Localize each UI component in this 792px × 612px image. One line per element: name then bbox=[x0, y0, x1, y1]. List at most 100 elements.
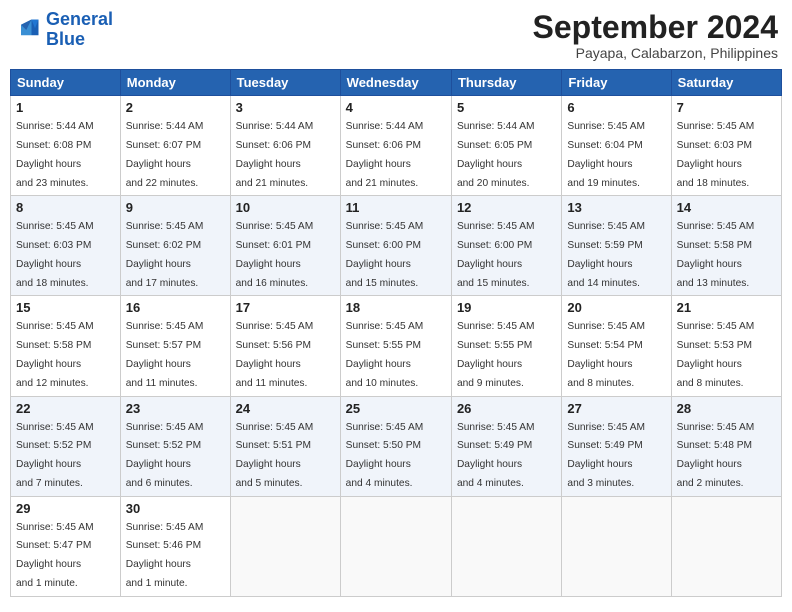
day-info: Sunrise: 5:45 AMSunset: 5:47 PMDaylight … bbox=[16, 522, 94, 589]
calendar-cell: 7 Sunrise: 5:45 AMSunset: 6:03 PMDaylight… bbox=[671, 96, 781, 196]
calendar-cell: 9 Sunrise: 5:45 AMSunset: 6:02 PMDaylight… bbox=[120, 196, 230, 296]
calendar-cell: 21 Sunrise: 5:45 AMSunset: 5:53 PMDayligh… bbox=[671, 296, 781, 396]
day-number: 3 bbox=[236, 100, 335, 115]
day-info: Sunrise: 5:45 AMSunset: 5:55 PMDaylight … bbox=[457, 321, 535, 388]
calendar-cell: 5Sunrise: 5:44 AMSunset: 6:05 PMDaylight… bbox=[451, 96, 561, 196]
day-number: 24 bbox=[236, 401, 335, 416]
day-info: Sunrise: 5:45 AMSunset: 6:01 PMDaylight … bbox=[236, 221, 314, 288]
calendar-cell: 17 Sunrise: 5:45 AMSunset: 5:56 PMDayligh… bbox=[230, 296, 340, 396]
col-header-monday: Monday bbox=[120, 70, 230, 96]
calendar-cell: 27 Sunrise: 5:45 AMSunset: 5:49 PMDayligh… bbox=[562, 396, 671, 496]
calendar-cell: 29 Sunrise: 5:45 AMSunset: 5:47 PMDayligh… bbox=[11, 496, 121, 596]
day-info: Sunrise: 5:45 AMSunset: 5:57 PMDaylight … bbox=[126, 321, 204, 388]
calendar-cell bbox=[671, 496, 781, 596]
calendar-cell bbox=[451, 496, 561, 596]
day-info: Sunrise: 5:45 AMSunset: 5:46 PMDaylight … bbox=[126, 522, 204, 589]
col-header-tuesday: Tuesday bbox=[230, 70, 340, 96]
day-info: Sunrise: 5:44 AMSunset: 6:07 PMDaylight … bbox=[126, 121, 204, 188]
day-info: Sunrise: 5:45 AMSunset: 6:00 PMDaylight … bbox=[457, 221, 535, 288]
day-number: 21 bbox=[677, 300, 776, 315]
day-info: Sunrise: 5:45 AMSunset: 6:03 PMDaylight … bbox=[16, 221, 94, 288]
calendar-cell: 25 Sunrise: 5:45 AMSunset: 5:50 PMDayligh… bbox=[340, 396, 451, 496]
day-number: 27 bbox=[567, 401, 665, 416]
col-header-saturday: Saturday bbox=[671, 70, 781, 96]
week-row-2: 8Sunrise: 5:45 AMSunset: 6:03 PMDaylight… bbox=[11, 196, 782, 296]
day-number: 29 bbox=[16, 501, 115, 516]
day-number: 17 bbox=[236, 300, 335, 315]
day-info: Sunrise: 5:45 AMSunset: 6:00 PMDaylight … bbox=[346, 221, 424, 288]
day-info: Sunrise: 5:45 AMSunset: 5:58 PMDaylight … bbox=[16, 321, 94, 388]
calendar-cell: 22Sunrise: 5:45 AMSunset: 5:52 PMDayligh… bbox=[11, 396, 121, 496]
day-number: 4 bbox=[346, 100, 446, 115]
calendar-cell: 10 Sunrise: 5:45 AMSunset: 6:01 PMDayligh… bbox=[230, 196, 340, 296]
day-number: 9 bbox=[126, 200, 225, 215]
calendar-cell: 24 Sunrise: 5:45 AMSunset: 5:51 PMDayligh… bbox=[230, 396, 340, 496]
day-info: Sunrise: 5:45 AMSunset: 5:50 PMDaylight … bbox=[346, 422, 424, 489]
day-number: 22 bbox=[16, 401, 115, 416]
calendar-cell: 8Sunrise: 5:45 AMSunset: 6:03 PMDaylight… bbox=[11, 196, 121, 296]
calendar-cell: 2Sunrise: 5:44 AMSunset: 6:07 PMDaylight… bbox=[120, 96, 230, 196]
col-header-thursday: Thursday bbox=[451, 70, 561, 96]
day-number: 25 bbox=[346, 401, 446, 416]
day-number: 18 bbox=[346, 300, 446, 315]
day-number: 26 bbox=[457, 401, 556, 416]
logo: General Blue bbox=[14, 10, 113, 50]
calendar-cell: 26 Sunrise: 5:45 AMSunset: 5:49 PMDayligh… bbox=[451, 396, 561, 496]
page-header: General Blue September 2024 Payapa, Cala… bbox=[10, 10, 782, 61]
day-info: Sunrise: 5:45 AMSunset: 5:48 PMDaylight … bbox=[677, 422, 755, 489]
day-info: Sunrise: 5:44 AMSunset: 6:08 PMDaylight … bbox=[16, 121, 94, 188]
calendar-cell: 15 Sunrise: 5:45 AMSunset: 5:58 PMDayligh… bbox=[11, 296, 121, 396]
logo-text: General Blue bbox=[46, 10, 113, 50]
day-number: 23 bbox=[126, 401, 225, 416]
logo-general: General bbox=[46, 9, 113, 29]
title-block: September 2024 Payapa, Calabarzon, Phili… bbox=[533, 10, 778, 61]
day-number: 7 bbox=[677, 100, 776, 115]
week-row-5: 29 Sunrise: 5:45 AMSunset: 5:47 PMDayligh… bbox=[11, 496, 782, 596]
day-number: 11 bbox=[346, 200, 446, 215]
calendar-cell: 20 Sunrise: 5:45 AMSunset: 5:54 PMDayligh… bbox=[562, 296, 671, 396]
day-number: 13 bbox=[567, 200, 665, 215]
day-number: 12 bbox=[457, 200, 556, 215]
month-title: September 2024 bbox=[533, 10, 778, 45]
day-number: 20 bbox=[567, 300, 665, 315]
col-header-friday: Friday bbox=[562, 70, 671, 96]
day-info: Sunrise: 5:45 AMSunset: 5:58 PMDaylight … bbox=[677, 221, 755, 288]
day-info: Sunrise: 5:45 AMSunset: 5:49 PMDaylight … bbox=[457, 422, 535, 489]
logo-icon bbox=[14, 16, 42, 44]
calendar-cell: 3 Sunrise: 5:44 AMSunset: 6:06 PMDaylight… bbox=[230, 96, 340, 196]
col-header-sunday: Sunday bbox=[11, 70, 121, 96]
calendar-cell: 23Sunrise: 5:45 AMSunset: 5:52 PMDayligh… bbox=[120, 396, 230, 496]
location-subtitle: Payapa, Calabarzon, Philippines bbox=[533, 45, 778, 61]
day-info: Sunrise: 5:45 AMSunset: 5:59 PMDaylight … bbox=[567, 221, 645, 288]
day-info: Sunrise: 5:45 AMSunset: 6:02 PMDaylight … bbox=[126, 221, 204, 288]
logo-blue: Blue bbox=[46, 29, 85, 49]
day-number: 14 bbox=[677, 200, 776, 215]
calendar-cell bbox=[340, 496, 451, 596]
day-number: 16 bbox=[126, 300, 225, 315]
day-info: Sunrise: 5:45 AMSunset: 5:49 PMDaylight … bbox=[567, 422, 645, 489]
day-number: 6 bbox=[567, 100, 665, 115]
calendar-cell: 6Sunrise: 5:45 AMSunset: 6:04 PMDaylight… bbox=[562, 96, 671, 196]
day-number: 5 bbox=[457, 100, 556, 115]
day-info: Sunrise: 5:45 AMSunset: 5:56 PMDaylight … bbox=[236, 321, 314, 388]
day-info: Sunrise: 5:45 AMSunset: 5:51 PMDaylight … bbox=[236, 422, 314, 489]
calendar-cell: 19Sunrise: 5:45 AMSunset: 5:55 PMDayligh… bbox=[451, 296, 561, 396]
day-number: 10 bbox=[236, 200, 335, 215]
calendar-cell: 14 Sunrise: 5:45 AMSunset: 5:58 PMDayligh… bbox=[671, 196, 781, 296]
week-row-3: 15 Sunrise: 5:45 AMSunset: 5:58 PMDayligh… bbox=[11, 296, 782, 396]
day-info: Sunrise: 5:44 AMSunset: 6:06 PMDaylight … bbox=[236, 121, 314, 188]
day-info: Sunrise: 5:45 AMSunset: 5:55 PMDaylight … bbox=[346, 321, 424, 388]
day-info: Sunrise: 5:45 AMSunset: 5:54 PMDaylight … bbox=[567, 321, 645, 388]
calendar-cell bbox=[562, 496, 671, 596]
week-row-1: 1 Sunrise: 5:44 AMSunset: 6:08 PMDaylight… bbox=[11, 96, 782, 196]
calendar-cell: 18 Sunrise: 5:45 AMSunset: 5:55 PMDayligh… bbox=[340, 296, 451, 396]
day-info: Sunrise: 5:45 AMSunset: 5:53 PMDaylight … bbox=[677, 321, 755, 388]
calendar-cell: 13 Sunrise: 5:45 AMSunset: 5:59 PMDayligh… bbox=[562, 196, 671, 296]
col-header-wednesday: Wednesday bbox=[340, 70, 451, 96]
calendar-cell: 12 Sunrise: 5:45 AMSunset: 6:00 PMDayligh… bbox=[451, 196, 561, 296]
calendar-cell: 16 Sunrise: 5:45 AMSunset: 5:57 PMDayligh… bbox=[120, 296, 230, 396]
day-number: 1 bbox=[16, 100, 115, 115]
day-number: 30 bbox=[126, 501, 225, 516]
day-number: 15 bbox=[16, 300, 115, 315]
day-info: Sunrise: 5:45 AMSunset: 6:03 PMDaylight … bbox=[677, 121, 755, 188]
